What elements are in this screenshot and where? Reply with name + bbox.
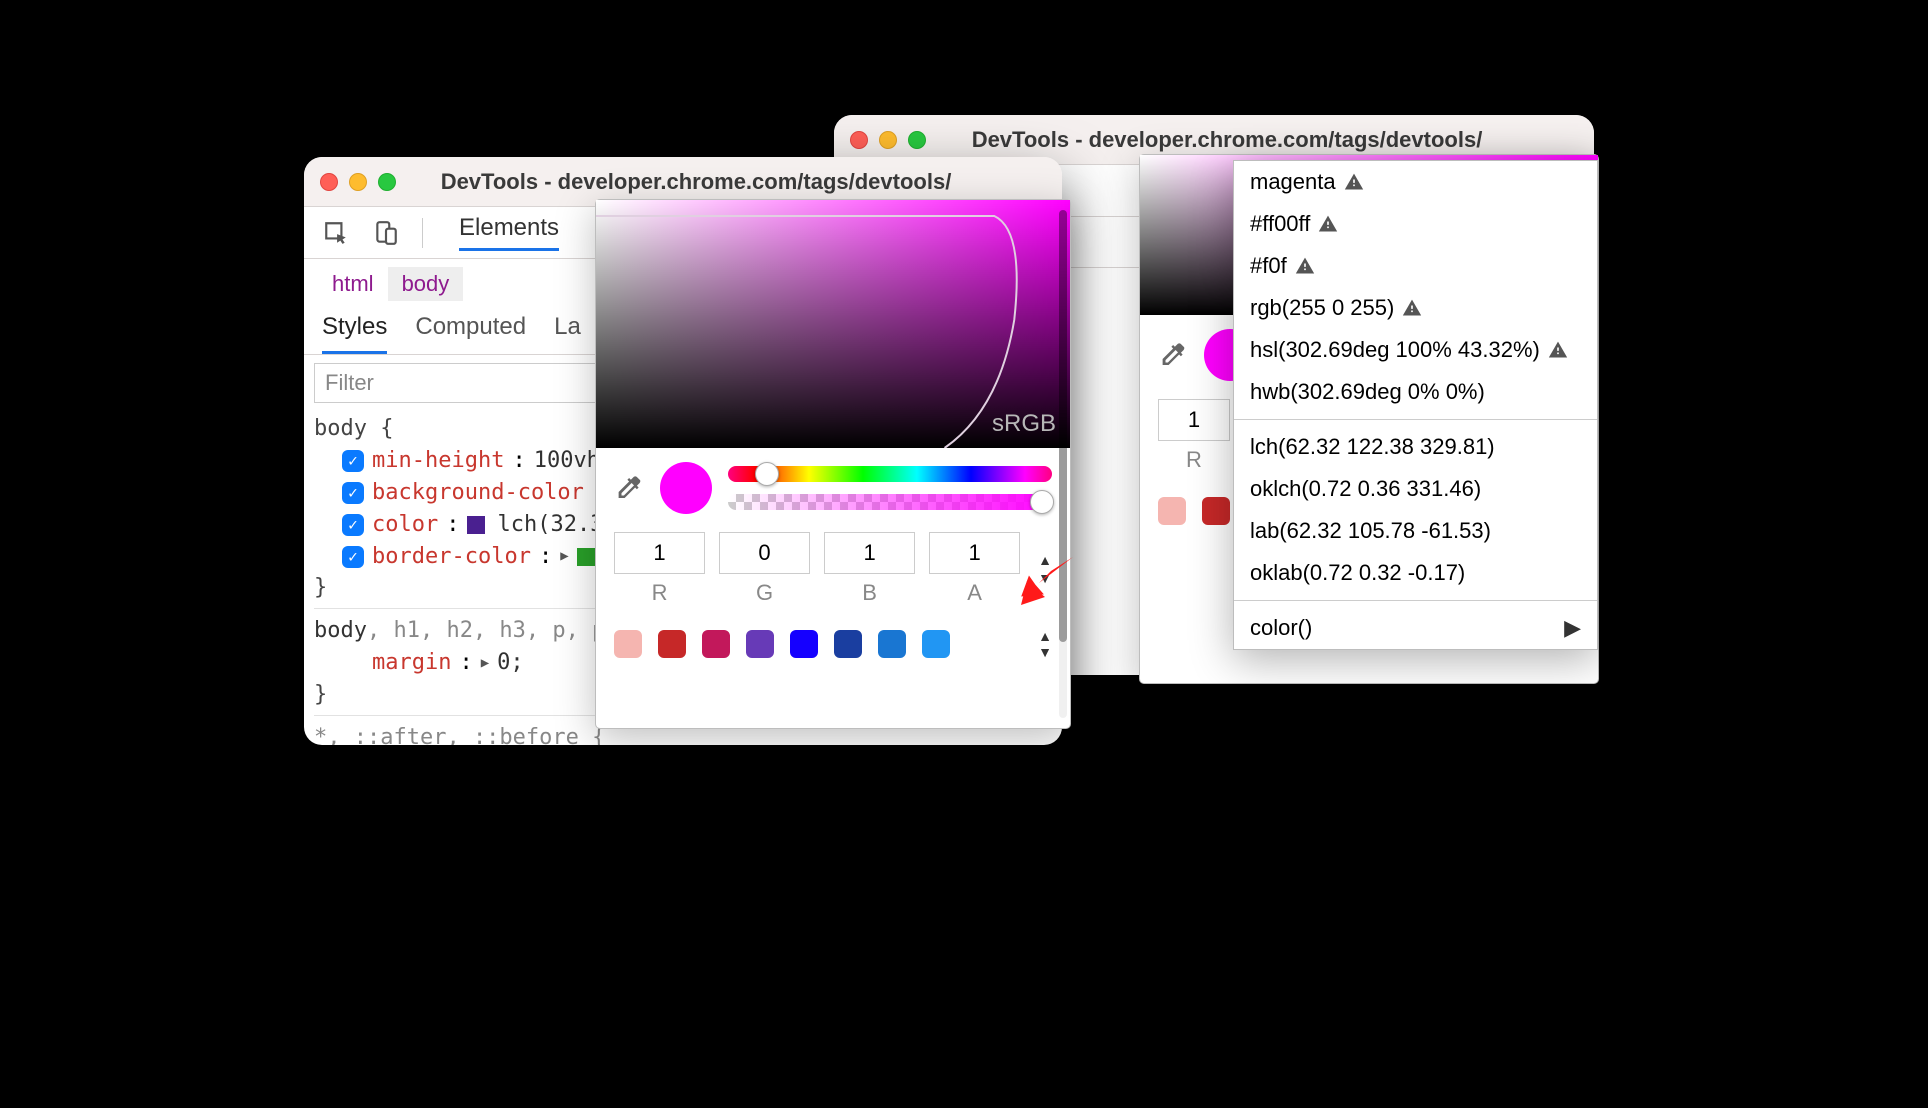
expand-icon[interactable]: ▶ bbox=[481, 653, 489, 673]
tab-elements[interactable]: Elements bbox=[459, 214, 559, 251]
channel-label-a: A bbox=[929, 580, 1020, 606]
format-option[interactable]: oklch(0.72 0.36 331.46) bbox=[1234, 468, 1597, 510]
prop-color[interactable]: color bbox=[372, 509, 438, 541]
checkbox-icon[interactable]: ✓ bbox=[342, 450, 364, 472]
tab-computed[interactable]: Computed bbox=[415, 313, 526, 354]
channel-input-g[interactable] bbox=[719, 532, 810, 574]
format-option[interactable]: lch(62.32 122.38 329.81) bbox=[1234, 426, 1597, 468]
menu-separator bbox=[1234, 600, 1597, 601]
format-option[interactable]: hsl(302.69deg 100% 43.32%) bbox=[1234, 329, 1597, 371]
checkbox-icon[interactable]: ✓ bbox=[342, 546, 364, 568]
palette-swatch[interactable] bbox=[834, 630, 862, 658]
channel-input-a[interactable] bbox=[929, 532, 1020, 574]
channel-label-b: B bbox=[824, 580, 915, 606]
format-option[interactable]: magenta bbox=[1234, 161, 1597, 203]
swatch-green-icon[interactable] bbox=[577, 548, 595, 566]
palette-stepper[interactable]: ▲▼ bbox=[1038, 628, 1052, 660]
palette-swatch[interactable] bbox=[922, 630, 950, 658]
breadcrumb-body[interactable]: body bbox=[388, 267, 464, 301]
palette-swatch[interactable] bbox=[614, 630, 642, 658]
format-option[interactable]: hwb(302.69deg 0% 0%) bbox=[1234, 371, 1597, 413]
eyedropper-icon[interactable] bbox=[1158, 340, 1188, 370]
channel-input-r[interactable] bbox=[614, 532, 705, 574]
palette-swatch[interactable] bbox=[1202, 497, 1230, 525]
channel-input-b[interactable] bbox=[824, 532, 915, 574]
minimize-icon[interactable] bbox=[349, 173, 367, 191]
format-option[interactable]: rgb(255 0 255) bbox=[1234, 287, 1597, 329]
palette-swatch[interactable] bbox=[1158, 497, 1186, 525]
channel-label-r: R bbox=[614, 580, 705, 606]
warning-icon bbox=[1548, 340, 1568, 360]
format-option-color-fn[interactable]: color() ▶ bbox=[1234, 607, 1597, 649]
format-option[interactable]: lab(62.32 105.78 -61.53) bbox=[1234, 510, 1597, 552]
expand-icon[interactable]: ▶ bbox=[560, 546, 568, 566]
prop-background-color[interactable]: background-color bbox=[372, 477, 584, 509]
window-title: DevTools - developer.chrome.com/tags/dev… bbox=[926, 127, 1528, 153]
warning-icon bbox=[1295, 256, 1315, 276]
palette-swatch[interactable] bbox=[658, 630, 686, 658]
warning-icon bbox=[1318, 214, 1338, 234]
checkbox-icon[interactable]: ✓ bbox=[342, 482, 364, 504]
val-margin[interactable]: 0; bbox=[497, 647, 524, 679]
prop-margin[interactable]: margin bbox=[372, 647, 451, 679]
submenu-arrow-icon: ▶ bbox=[1564, 615, 1581, 641]
maximize-icon[interactable] bbox=[908, 131, 926, 149]
device-icon[interactable] bbox=[372, 219, 400, 247]
palette-swatch[interactable] bbox=[878, 630, 906, 658]
spectrum[interactable]: sRGB bbox=[596, 200, 1070, 448]
format-option[interactable]: #f0f bbox=[1234, 245, 1597, 287]
format-option[interactable]: oklab(0.72 0.32 -0.17) bbox=[1234, 552, 1597, 594]
hue-slider[interactable] bbox=[728, 466, 1052, 482]
menu-separator bbox=[1234, 419, 1597, 420]
warning-icon bbox=[1344, 172, 1364, 192]
palette-swatch[interactable] bbox=[790, 630, 818, 658]
current-color-swatch bbox=[660, 462, 712, 514]
close-icon[interactable] bbox=[320, 173, 338, 191]
tab-styles[interactable]: Styles bbox=[322, 313, 387, 354]
inspect-icon[interactable] bbox=[322, 219, 350, 247]
breadcrumb-html[interactable]: html bbox=[318, 267, 388, 301]
eyedropper-icon[interactable] bbox=[614, 473, 644, 503]
close-icon[interactable] bbox=[850, 131, 868, 149]
format-option[interactable]: #ff00ff bbox=[1234, 203, 1597, 245]
tab-layout-partial[interactable]: La bbox=[554, 313, 581, 354]
prop-min-height[interactable]: min-height bbox=[372, 445, 504, 477]
annotation-arrow-icon bbox=[1017, 545, 1081, 609]
color-picker-front: sRGB R G B A bbox=[595, 199, 1071, 729]
alpha-slider[interactable] bbox=[728, 494, 1052, 510]
color-format-menu: magenta #ff00ff #f0f rgb(255 0 255) hsl(… bbox=[1233, 160, 1598, 650]
prop-border-color[interactable]: border-color bbox=[372, 541, 531, 573]
maximize-icon[interactable] bbox=[378, 173, 396, 191]
swatch-palette: ▲▼ bbox=[596, 610, 1070, 670]
swatch-purple-icon[interactable] bbox=[467, 516, 485, 534]
palette-swatch[interactable] bbox=[702, 630, 730, 658]
scrollbar[interactable] bbox=[1059, 210, 1067, 718]
channel-input-r[interactable] bbox=[1158, 399, 1230, 441]
minimize-icon[interactable] bbox=[879, 131, 897, 149]
color-space-label: sRGB bbox=[992, 410, 1056, 438]
channel-label-g: G bbox=[719, 580, 810, 606]
window-title: DevTools - developer.chrome.com/tags/dev… bbox=[396, 169, 996, 195]
checkbox-icon[interactable]: ✓ bbox=[342, 514, 364, 536]
channel-label-r: R bbox=[1158, 447, 1230, 473]
warning-icon bbox=[1402, 298, 1422, 318]
palette-swatch[interactable] bbox=[746, 630, 774, 658]
